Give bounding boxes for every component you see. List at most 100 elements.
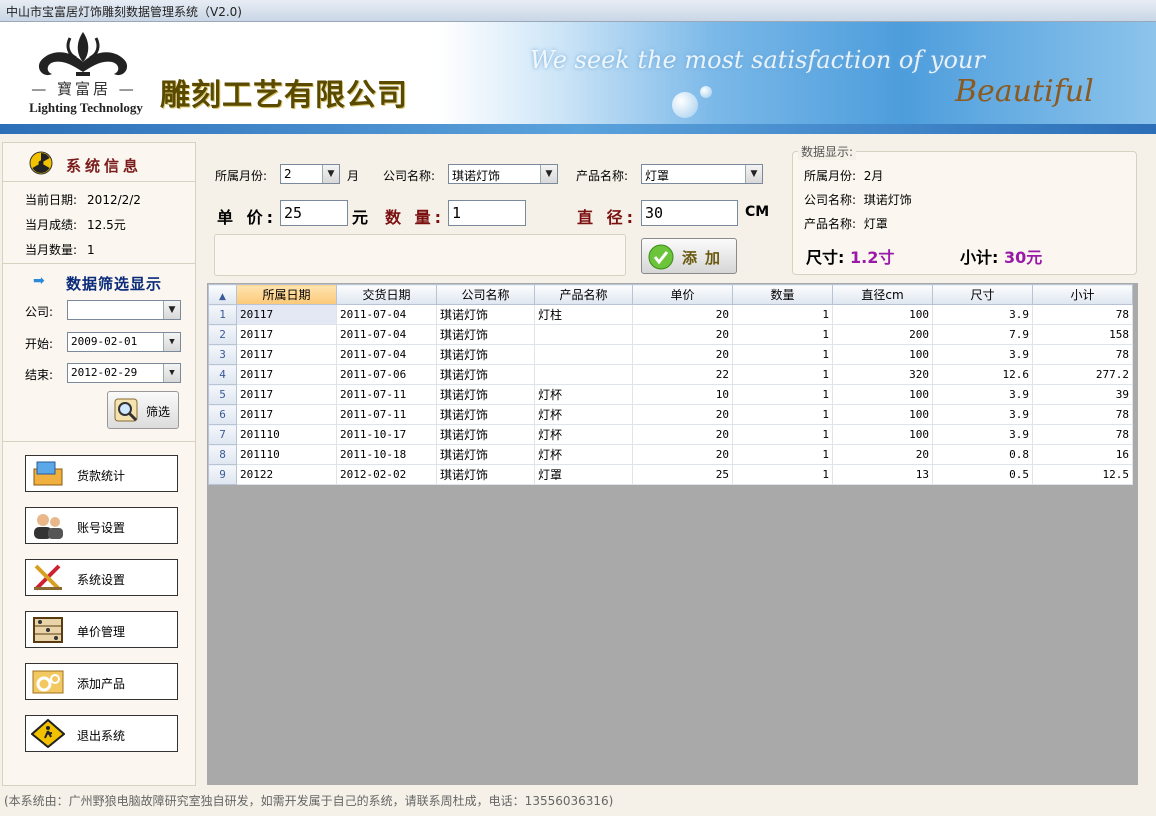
form-month-select[interactable]: 2 ▼ — [280, 164, 340, 184]
table-cell[interactable]: 20 — [632, 404, 733, 425]
column-header[interactable]: 数量 — [732, 284, 833, 305]
table-cell[interactable]: 灯柱 — [534, 304, 633, 325]
table-cell[interactable]: 1 — [732, 344, 833, 365]
table-cell[interactable]: 20117 — [236, 324, 337, 345]
table-cell[interactable]: 277.2 — [1032, 364, 1133, 385]
column-header[interactable]: 公司名称 — [436, 284, 535, 305]
table-cell[interactable]: 2011-07-11 — [336, 404, 437, 425]
row-number[interactable]: 4 — [208, 364, 237, 385]
row-number[interactable]: 6 — [208, 404, 237, 425]
table-cell[interactable]: 1 — [732, 384, 833, 405]
table-cell[interactable]: 灯杯 — [534, 424, 633, 445]
nav-exit-system-button[interactable]: 退出系统 — [25, 715, 178, 752]
table-cell[interactable]: 2011-07-11 — [336, 384, 437, 405]
nav-price-management-button[interactable]: 单价管理 — [25, 611, 178, 648]
table-cell[interactable]: 2011-07-04 — [336, 344, 437, 365]
table-cell[interactable]: 20 — [632, 424, 733, 445]
table-cell[interactable]: 78 — [1032, 304, 1133, 325]
column-header[interactable]: 产品名称 — [534, 284, 633, 305]
table-cell[interactable]: 7.9 — [932, 324, 1033, 345]
table-cell[interactable]: 16 — [1032, 444, 1133, 465]
table-cell[interactable]: 22 — [632, 364, 733, 385]
table-cell[interactable]: 320 — [832, 364, 933, 385]
table-cell[interactable]: 100 — [832, 424, 933, 445]
nav-add-product-button[interactable]: 添加产品 — [25, 663, 178, 700]
table-cell[interactable]: 2011-07-06 — [336, 364, 437, 385]
table-cell[interactable]: 100 — [832, 344, 933, 365]
table-row[interactable]: 2 20117 2011-07-04 琪诺灯饰 20 1 200 7.9 158 — [208, 324, 1133, 345]
nav-account-settings-button[interactable]: 账号设置 — [25, 507, 178, 544]
table-cell[interactable]: 10 — [632, 384, 733, 405]
table-cell[interactable]: 100 — [832, 384, 933, 405]
chevron-down-icon[interactable]: ▼ — [163, 364, 180, 382]
table-cell[interactable]: 25 — [632, 464, 733, 485]
row-selector-header[interactable]: ▲ — [208, 284, 237, 305]
row-number[interactable]: 1 — [208, 304, 237, 325]
table-cell[interactable]: 3.9 — [932, 384, 1033, 405]
table-cell[interactable]: 琪诺灯饰 — [436, 324, 535, 345]
table-cell[interactable]: 78 — [1032, 424, 1133, 445]
table-cell[interactable]: 琪诺灯饰 — [436, 404, 535, 425]
table-row[interactable]: 4 20117 2011-07-06 琪诺灯饰 22 1 320 12.6 277.2 — [208, 364, 1133, 385]
table-cell[interactable] — [534, 324, 633, 345]
remark-textarea[interactable] — [214, 234, 626, 276]
table-cell[interactable]: 158 — [1032, 324, 1133, 345]
table-cell[interactable]: 琪诺灯饰 — [436, 304, 535, 325]
table-cell[interactable] — [534, 364, 633, 385]
add-button[interactable]: 添加 — [641, 238, 737, 274]
form-company-select[interactable]: 琪诺灯饰 ▼ — [448, 164, 558, 184]
form-product-select[interactable]: 灯罩 ▼ — [641, 164, 763, 184]
row-number[interactable]: 7 — [208, 424, 237, 445]
table-cell[interactable]: 12.5 — [1032, 464, 1133, 485]
table-cell[interactable]: 1 — [732, 444, 833, 465]
column-header[interactable]: 小计 — [1032, 284, 1133, 305]
table-cell[interactable]: 2011-10-17 — [336, 424, 437, 445]
table-cell[interactable]: 20117 — [236, 384, 337, 405]
column-header[interactable]: 直径cm — [832, 284, 933, 305]
chevron-down-icon[interactable]: ▼ — [163, 301, 180, 319]
table-row[interactable]: 5 20117 2011-07-11 琪诺灯饰 灯杯 10 1 100 3.9 39 — [208, 384, 1133, 405]
nav-payment-stats-button[interactable]: 货款统计 — [25, 455, 178, 492]
filter-company-select[interactable]: ▼ — [67, 300, 181, 320]
filter-button[interactable]: 筛选 — [107, 391, 179, 429]
table-cell[interactable]: 1 — [732, 464, 833, 485]
table-cell[interactable] — [534, 344, 633, 365]
table-cell[interactable]: 1 — [732, 404, 833, 425]
table-row[interactable]: 3 20117 2011-07-04 琪诺灯饰 20 1 100 3.9 78 — [208, 344, 1133, 365]
row-number[interactable]: 9 — [208, 464, 237, 485]
table-row[interactable]: 6 20117 2011-07-11 琪诺灯饰 灯杯 20 1 100 3.9 78 — [208, 404, 1133, 425]
column-header[interactable]: 尺寸 — [932, 284, 1033, 305]
row-number[interactable]: 5 — [208, 384, 237, 405]
table-cell[interactable]: 琪诺灯饰 — [436, 424, 535, 445]
table-cell[interactable]: 100 — [832, 304, 933, 325]
filter-end-date[interactable]: 2012-02-29 ▼ — [67, 363, 181, 383]
form-qty-input[interactable]: 1 — [448, 200, 526, 226]
table-cell[interactable]: 78 — [1032, 344, 1133, 365]
chevron-down-icon[interactable]: ▼ — [322, 165, 339, 183]
row-number[interactable]: 3 — [208, 344, 237, 365]
table-cell[interactable]: 2011-07-04 — [336, 304, 437, 325]
form-diameter-input[interactable]: 30 — [641, 200, 738, 226]
data-grid[interactable]: ▲ 所属日期 交货日期 公司名称 产品名称 单价 数量 直径cm 尺寸 小计 1… — [208, 284, 1133, 485]
table-cell[interactable]: 20117 — [236, 344, 337, 365]
column-header[interactable]: 交货日期 — [336, 284, 437, 305]
table-cell[interactable]: 39 — [1032, 384, 1133, 405]
table-cell[interactable]: 1 — [732, 364, 833, 385]
table-cell[interactable]: 0.5 — [932, 464, 1033, 485]
table-cell[interactable]: 1 — [732, 304, 833, 325]
table-cell[interactable]: 201110 — [236, 444, 337, 465]
table-cell[interactable]: 琪诺灯饰 — [436, 364, 535, 385]
table-cell[interactable]: 0.8 — [932, 444, 1033, 465]
form-price-input[interactable]: 25 — [280, 200, 348, 226]
table-cell[interactable]: 3.9 — [932, 344, 1033, 365]
column-header[interactable]: 所属日期 — [236, 284, 337, 305]
table-cell[interactable]: 灯杯 — [534, 384, 633, 405]
table-cell[interactable]: 3.9 — [932, 424, 1033, 445]
table-cell[interactable]: 201110 — [236, 424, 337, 445]
table-cell[interactable]: 2012-02-02 — [336, 464, 437, 485]
table-row[interactable]: 8 201110 2011-10-18 琪诺灯饰 灯杯 20 1 20 0.8 16 — [208, 444, 1133, 465]
table-row[interactable]: 9 20122 2012-02-02 琪诺灯饰 灯罩 25 1 13 0.5 12.5 — [208, 464, 1133, 485]
table-cell[interactable]: 20122 — [236, 464, 337, 485]
table-cell[interactable]: 琪诺灯饰 — [436, 344, 535, 365]
chevron-down-icon[interactable]: ▼ — [745, 165, 762, 183]
